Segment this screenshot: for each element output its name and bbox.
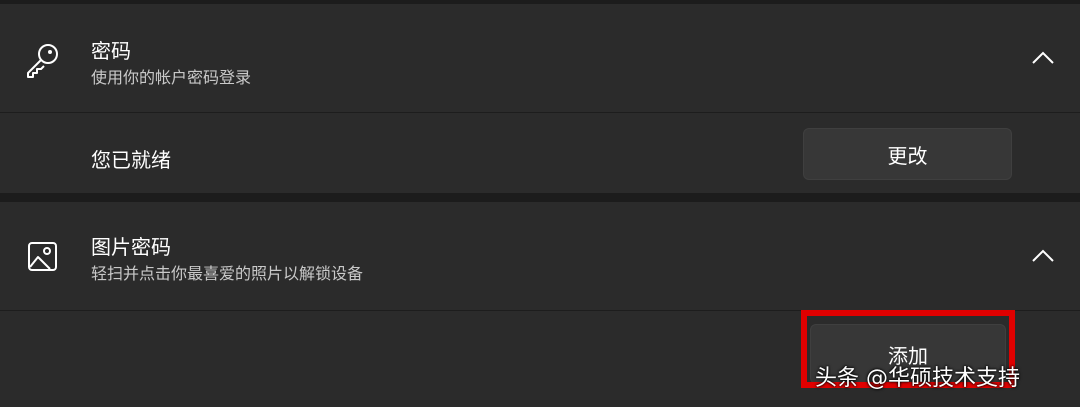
password-section: 密码 使用你的帐户密码登录 您已就绪 更改 (0, 4, 1080, 193)
password-header[interactable]: 密码 使用你的帐户密码登录 (0, 4, 1080, 112)
picture-password-header[interactable]: 图片密码 轻扫并点击你最喜爱的照片以解锁设备 (0, 202, 1080, 310)
picture-password-subtitle: 轻扫并点击你最喜爱的照片以解锁设备 (91, 264, 364, 283)
password-title: 密码 (91, 39, 131, 63)
chevron-up-icon[interactable] (1030, 50, 1056, 66)
image-icon (28, 242, 57, 271)
picture-password-title: 图片密码 (91, 235, 171, 259)
watermark: 头条 @华硕技术支持 (815, 366, 1020, 391)
password-subtitle: 使用你的帐户密码登录 (91, 68, 252, 87)
password-status: 您已就绪 (91, 148, 171, 172)
change-password-button[interactable]: 更改 (803, 128, 1012, 180)
key-icon (27, 44, 58, 78)
chevron-up-icon[interactable] (1030, 248, 1056, 264)
divider (0, 112, 1080, 113)
